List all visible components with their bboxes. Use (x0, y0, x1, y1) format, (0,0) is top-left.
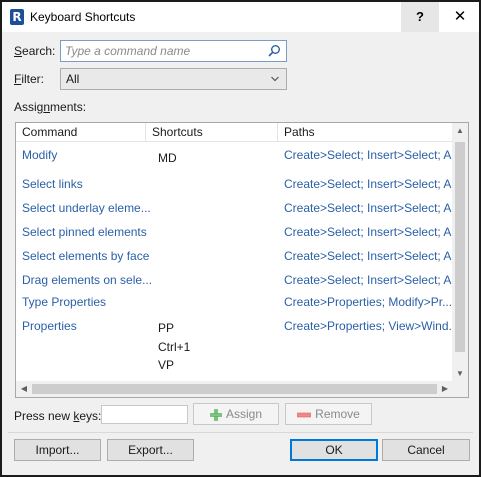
vertical-scroll-thumb[interactable] (455, 142, 465, 352)
shortcut-cell: MD (158, 151, 177, 165)
scroll-left-arrow-icon[interactable]: ◀ (16, 381, 32, 397)
command-cell: Modify (22, 148, 58, 162)
table-row[interactable]: Properties PP Ctrl+1 VP Create>Propertie… (16, 319, 459, 379)
ok-button[interactable]: OK (290, 439, 378, 461)
search-label: Search: (14, 44, 56, 58)
press-new-keys-input[interactable] (101, 405, 188, 424)
table-row[interactable]: Select pinned elements Create>Select; In… (16, 223, 461, 247)
chevron-down-icon (271, 76, 279, 82)
window-title: Keyboard Shortcuts (30, 10, 136, 24)
paths-cell: Create>Select; Insert>Select; A... (284, 177, 462, 191)
paths-cell: Create>Properties; Modify>Pr... (284, 295, 453, 309)
filter-dropdown[interactable]: All (60, 68, 287, 90)
table-header: Command Shortcuts Paths (16, 123, 453, 142)
table-row[interactable]: Drag elements on sele... Create>Select; … (16, 271, 461, 295)
assignments-table[interactable]: Command Shortcuts Paths Modify MD Create… (15, 122, 469, 398)
paths-cell: Create>Select; Insert>Select; A... (284, 273, 462, 287)
close-button[interactable]: ✕ (441, 2, 479, 32)
column-header-shortcuts[interactable]: Shortcuts (146, 123, 278, 142)
assign-button[interactable]: Assign (193, 403, 279, 425)
horizontal-scroll-thumb[interactable] (32, 384, 437, 394)
command-cell: Select elements by face (22, 249, 150, 263)
assignments-label: Assignments: (14, 100, 87, 114)
shortcut-cell: PP (158, 321, 175, 335)
horizontal-scrollbar[interactable]: ◀ ▶ (16, 381, 453, 397)
search-icon[interactable] (267, 44, 281, 58)
command-cell: Type Properties (22, 295, 107, 309)
command-cell: Select links (22, 177, 83, 191)
table-row[interactable]: Select elements by face Create>Select; I… (16, 247, 461, 271)
table-row[interactable]: Select underlay eleme... Create>Select; … (16, 199, 461, 223)
command-cell: Drag elements on sele... (22, 273, 153, 287)
command-cell: Properties (22, 319, 77, 333)
keyboard-shortcuts-dialog: R Keyboard Shortcuts ? ✕ Search: Filter:… (0, 0, 481, 477)
export-button[interactable]: Export... (107, 439, 194, 461)
paths-cell: Create>Select; Insert>Select; A... (284, 225, 462, 239)
paths-cell: Create>Select; Insert>Select; A... (284, 148, 462, 162)
import-button[interactable]: Import... (14, 439, 101, 461)
search-input-box[interactable] (60, 40, 287, 62)
scroll-right-arrow-icon[interactable]: ▶ (437, 381, 453, 397)
vertical-scrollbar[interactable]: ▲ ▼ (452, 123, 468, 382)
assign-label: Assign (225, 407, 263, 421)
paths-cell: Create>Properties; View>Wind... (284, 319, 459, 333)
remove-label: Remove (315, 407, 360, 421)
minus-icon (297, 412, 311, 418)
search-input[interactable] (65, 43, 265, 59)
table-row[interactable]: Modify MD Create>Select; Insert>Select; … (16, 145, 461, 175)
scroll-up-arrow-icon[interactable]: ▲ (452, 123, 468, 139)
title-bar: R Keyboard Shortcuts ? ✕ (2, 2, 479, 32)
filter-value: All (66, 72, 80, 86)
column-header-command[interactable]: Command (16, 123, 146, 142)
remove-button[interactable]: Remove (285, 403, 372, 425)
paths-cell: Create>Select; Insert>Select; A... (284, 201, 462, 215)
scroll-down-arrow-icon[interactable]: ▼ (452, 366, 468, 382)
scroll-corner (452, 381, 468, 397)
table-row[interactable]: Select links Create>Select; Insert>Selec… (16, 175, 461, 199)
column-header-paths[interactable]: Paths (278, 123, 453, 142)
cancel-button[interactable]: Cancel (382, 439, 470, 461)
press-new-keys-label: Press new keys: (14, 409, 102, 423)
paths-cell: Create>Select; Insert>Select; A... (284, 249, 462, 263)
help-button[interactable]: ? (401, 2, 439, 32)
shortcut-cell: Ctrl+1 (158, 340, 191, 354)
footer-divider (8, 432, 473, 433)
command-cell: Select underlay eleme... (22, 201, 151, 215)
revit-app-icon: R (10, 9, 24, 25)
table-row[interactable]: Type Properties Create>Properties; Modif… (16, 295, 453, 319)
shortcut-cell: VP (158, 358, 175, 372)
filter-label: Filter: (14, 72, 45, 86)
plus-icon (210, 409, 222, 421)
command-cell: Select pinned elements (22, 225, 147, 239)
